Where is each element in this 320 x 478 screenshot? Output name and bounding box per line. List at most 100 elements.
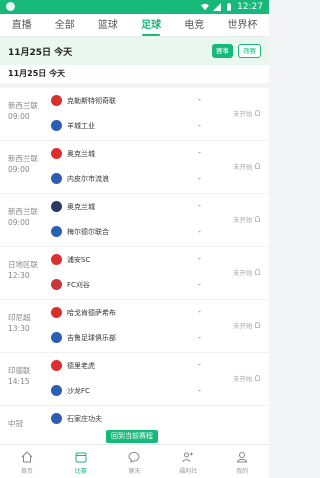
match-row[interactable]: 新西兰联 09:00 奥克兰城 内皮尔市流浪 - - 未开始 (0, 141, 269, 194)
tab-0[interactable]: 直播 (0, 14, 43, 37)
away-team-name: 梅尔德尔联合 (67, 227, 109, 236)
home-team-logo-icon (51, 254, 62, 265)
nav-item-0[interactable]: 首页 (0, 445, 54, 478)
match-state: 未开始 (233, 320, 260, 330)
match-time: 14:15 (8, 377, 30, 386)
home-team: 奥克兰城 (51, 201, 95, 212)
nav-label: 比赛 (74, 468, 87, 475)
home-team-logo-icon (51, 201, 62, 212)
match-row[interactable]: 日地区联 12:30 浦安SC FC刈谷 - - 未开始 (0, 247, 269, 300)
match-state: 未开始 (233, 267, 260, 277)
bell-icon[interactable] (254, 269, 260, 275)
home-score: - (198, 95, 201, 104)
away-team: 沙龙FC (51, 385, 90, 396)
home-team: 哈戈肯德萨希布 (51, 307, 116, 318)
home-team: 石家庄功夫 (51, 413, 102, 424)
home-team: 浦安SC (51, 254, 90, 265)
status-time: 12:27 (237, 2, 263, 12)
away-score: - (198, 386, 201, 395)
bell-icon[interactable] (254, 216, 260, 222)
bell-icon[interactable] (254, 322, 260, 328)
match-league-time: 中冠 (8, 418, 23, 429)
match-state-text: 未开始 (233, 269, 253, 277)
home-team-name: 浦安SC (67, 255, 91, 264)
event-filter-button[interactable]: 赛事 (212, 44, 233, 58)
battery-icon (227, 3, 232, 11)
away-team-logo-icon (51, 385, 62, 396)
away-team: 梅尔德尔联合 (51, 226, 109, 237)
home-score: - (198, 254, 201, 263)
away-team-name: 吉鲁足球俱乐部 (67, 333, 116, 342)
league-name: 印尼超 (8, 313, 31, 322)
back-to-current-button[interactable]: 回到当前赛程 (106, 430, 158, 443)
match-time: 13:30 (8, 324, 30, 333)
league-name: 新西兰联 (8, 101, 38, 110)
away-score: - (198, 280, 201, 289)
league-name: 印德联 (8, 366, 31, 375)
bell-icon[interactable] (254, 110, 260, 116)
tab-4[interactable]: 电竞 (173, 14, 216, 37)
away-team-name: FC刈谷 (67, 280, 90, 289)
home-score: - (198, 148, 201, 157)
match-league-time: 日地区联 12:30 (8, 259, 38, 281)
tab-2[interactable]: 篮球 (86, 14, 129, 37)
tab-1[interactable]: 全部 (43, 14, 86, 37)
tab-5[interactable]: 世界杯 (216, 14, 269, 37)
away-team-logo-icon (51, 279, 62, 290)
match-time: 09:00 (8, 112, 30, 121)
league-name: 中冠 (8, 419, 23, 428)
home-team-logo-icon (51, 307, 62, 318)
match-league-time: 新西兰联 09:00 (8, 100, 38, 122)
nav-item-3[interactable]: 福利社 (161, 445, 215, 478)
match-state: 未开始 (233, 214, 260, 224)
away-team-logo-icon (51, 332, 62, 343)
league-name: 新西兰联 (8, 154, 38, 163)
match-time: 12:30 (8, 271, 30, 280)
home-team: 德里老虎 (51, 360, 95, 371)
away-score: - (198, 121, 201, 130)
sport-tabs: 直播 全部 篮球 足球 电竞 世界杯 (0, 14, 269, 37)
home-team-logo-icon (51, 360, 62, 371)
nav-label: 聊天 (128, 468, 141, 475)
bell-icon[interactable] (254, 375, 260, 381)
home-team-logo-icon (51, 95, 62, 106)
nav-label: 首页 (20, 468, 33, 475)
away-score: - (198, 227, 201, 236)
away-team: FC刈谷 (51, 279, 90, 290)
home-score: - (198, 360, 201, 369)
signal-icon (213, 3, 222, 11)
match-list: 新西兰联 09:00 克勒斯特彻奇联 羊城工业 - - 未开始 新西兰联 09:… (0, 88, 269, 459)
away-team-logo-icon (51, 226, 62, 237)
home-score: - (198, 201, 201, 210)
match-state-text: 未开始 (233, 322, 253, 330)
nav-label: 我的 (236, 468, 249, 475)
match-row[interactable]: 新西兰联 09:00 奥克兰城 梅尔德尔联合 - - 未开始 (0, 194, 269, 247)
wifi-icon (201, 3, 210, 11)
match-row[interactable]: 印尼超 13:30 哈戈肯德萨希布 吉鲁足球俱乐部 - - 未开始 (0, 300, 269, 353)
nav-item-2[interactable]: 聊天 (108, 445, 162, 478)
nav-item-4[interactable]: 我的 (215, 445, 269, 478)
match-state: 未开始 (233, 108, 260, 118)
date-subheader: 11月25日 今天 (0, 65, 269, 83)
home-score: - (198, 307, 201, 316)
match-state-text: 未开始 (233, 163, 253, 171)
match-league-time: 印德联 14:15 (8, 365, 31, 387)
event-screen-button[interactable]: 筛赛 (238, 44, 261, 58)
home-team: 奥克兰城 (51, 148, 95, 159)
tab-3[interactable]: 足球 (130, 14, 173, 37)
home-team-name: 奥克兰城 (67, 202, 95, 211)
match-state-text: 未开始 (233, 375, 253, 383)
bottom-nav: 首页 比赛 聊天 福利社 我的 (0, 444, 269, 478)
match-row[interactable]: 新西兰联 09:00 克勒斯特彻奇联 羊城工业 - - 未开始 (0, 88, 269, 141)
home-team-name: 哈戈肯德萨希布 (67, 308, 116, 317)
away-team-logo-icon (51, 120, 62, 131)
friends-icon (182, 452, 194, 463)
date-title: 11月25日 今天 (8, 47, 73, 58)
away-score: - (198, 174, 201, 183)
bell-icon[interactable] (254, 163, 260, 169)
nav-item-1[interactable]: 比赛 (54, 445, 108, 478)
match-row[interactable]: 印德联 14:15 德里老虎 沙龙FC - - 未开始 (0, 353, 269, 406)
nav-label: 福利社 (179, 468, 198, 475)
home-team-name: 奥克兰城 (67, 149, 95, 158)
status-bar: 12:27 (0, 0, 269, 14)
